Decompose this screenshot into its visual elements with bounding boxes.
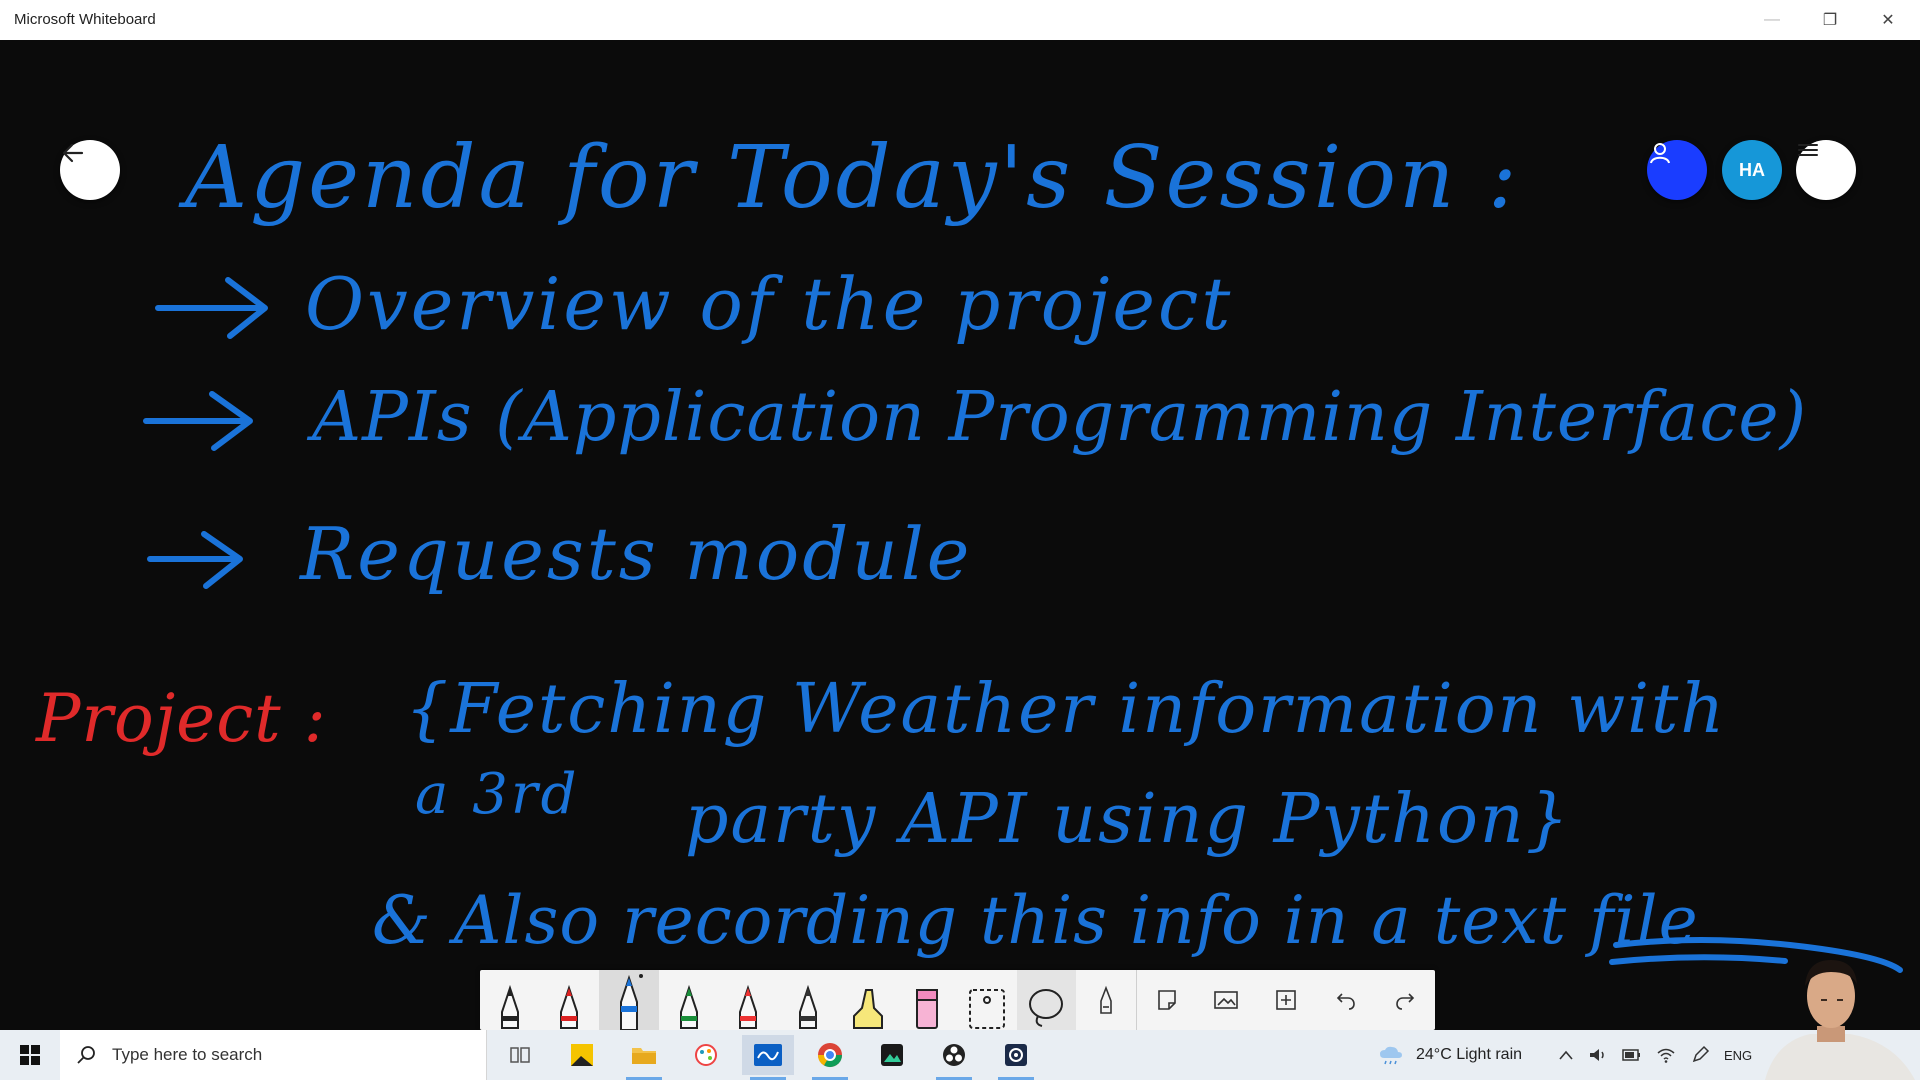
ruler-tool[interactable] xyxy=(1076,970,1136,1030)
lasso-tool[interactable] xyxy=(1016,970,1077,1030)
ink-toolbar xyxy=(480,970,1435,1030)
person-icon xyxy=(1650,143,1670,164)
undo-icon xyxy=(1336,993,1355,1010)
hamburger-menu-icon xyxy=(1798,144,1818,156)
pen-icon xyxy=(679,984,698,1029)
pen-green-tool[interactable] xyxy=(659,970,719,1030)
restore-button[interactable]: ❐ xyxy=(1802,0,1858,40)
agenda-heading: Agenda for Today's Session : xyxy=(185,128,1520,228)
window-title: Microsoft Whiteboard xyxy=(14,11,156,28)
back-button[interactable] xyxy=(60,140,120,200)
eraser-icon xyxy=(968,989,1005,1029)
image-icon xyxy=(1214,991,1239,1009)
eraser-tool[interactable] xyxy=(957,970,1017,1030)
chrome-icon[interactable] xyxy=(804,1035,856,1080)
agenda-item: APIs (Application Programming Interface) xyxy=(312,378,1808,457)
undo-tool[interactable] xyxy=(1316,970,1376,1030)
wifi-icon[interactable] xyxy=(1656,1046,1676,1064)
minimize-button[interactable]: — xyxy=(1744,0,1800,40)
sticky-notes-app-icon[interactable] xyxy=(556,1035,608,1075)
redo-tool[interactable] xyxy=(1375,970,1435,1030)
insert-tool[interactable] xyxy=(1256,970,1316,1030)
back-arrow-icon xyxy=(62,143,84,163)
language-indicator[interactable]: ENG xyxy=(1724,1048,1752,1063)
volume-icon[interactable] xyxy=(1588,1046,1608,1064)
invite-button[interactable] xyxy=(1647,140,1707,200)
avatar-initials: HA xyxy=(1739,159,1765,180)
chevron-up-icon[interactable] xyxy=(1558,1049,1574,1061)
pen-white-tool[interactable] xyxy=(480,970,540,1030)
highlighter-icon xyxy=(852,989,883,1029)
windows-logo-icon xyxy=(20,1045,40,1065)
cloud-rain-icon xyxy=(1380,1046,1402,1065)
photos-app-icon[interactable] xyxy=(866,1035,918,1075)
arrow-icon xyxy=(155,277,268,339)
pen-red-tool[interactable] xyxy=(540,970,600,1030)
title-bar: Microsoft Whiteboard — ❐ ✕ xyxy=(0,0,1920,41)
insert-icon xyxy=(1276,990,1296,1010)
project-line: {Fetching Weather information with xyxy=(405,670,1727,749)
file-explorer-icon[interactable] xyxy=(618,1035,670,1080)
agenda-item: Requests module xyxy=(300,512,973,596)
project-label: Project : xyxy=(36,680,327,757)
start-button[interactable] xyxy=(0,1030,60,1080)
presenter-webcam xyxy=(1755,930,1920,1080)
project-line: & Also recording this info in a text fil… xyxy=(372,882,1699,959)
search-placeholder: Type here to search xyxy=(112,1045,263,1064)
lasso-icon xyxy=(1029,989,1064,1027)
avatar[interactable]: HA xyxy=(1722,140,1782,200)
sticky-note-icon xyxy=(1157,990,1176,1010)
pen-dark-tool[interactable] xyxy=(778,970,838,1030)
whiteboard-app-icon[interactable] xyxy=(742,1035,794,1080)
pen-icon xyxy=(620,974,644,1030)
presenter-image xyxy=(1765,960,1915,1080)
search-icon xyxy=(77,1046,95,1064)
system-tray: ENG xyxy=(1558,1030,1752,1080)
redo-icon xyxy=(1396,993,1415,1010)
pen-icon xyxy=(560,984,579,1029)
highlighter-icon xyxy=(916,989,939,1029)
menu-button[interactable] xyxy=(1796,140,1856,200)
arrow-icon xyxy=(143,391,253,451)
camera-app-icon[interactable] xyxy=(990,1035,1042,1080)
pen-workspace-icon[interactable] xyxy=(1690,1045,1710,1065)
obs-icon[interactable] xyxy=(928,1035,980,1080)
taskbar: Type here to search 24°C Light rain ENG xyxy=(0,1030,1920,1080)
pen-icon xyxy=(739,984,758,1029)
battery-icon[interactable] xyxy=(1622,1048,1642,1062)
weather-widget[interactable]: 24°C Light rain xyxy=(1378,1030,1522,1080)
project-line: party API using Python} xyxy=(685,780,1571,859)
whiteboard-canvas[interactable]: Agenda for Today's Session : Overview of… xyxy=(0,40,1920,1030)
pen-red-2-tool[interactable] xyxy=(719,970,779,1030)
project-line: a 3rd xyxy=(415,762,580,827)
highlighter-yellow-tool[interactable] xyxy=(838,970,898,1030)
taskbar-search[interactable]: Type here to search xyxy=(60,1030,487,1080)
ruler-icon xyxy=(1100,985,1112,1014)
pen-icon xyxy=(798,984,817,1029)
paint-app-icon[interactable] xyxy=(680,1035,732,1075)
arrow-icon xyxy=(147,531,243,589)
pen-blue-tool[interactable] xyxy=(599,970,659,1030)
sticky-note-tool[interactable] xyxy=(1135,970,1197,1030)
close-button[interactable]: ✕ xyxy=(1860,0,1916,40)
image-tool[interactable] xyxy=(1197,970,1257,1030)
task-view-icon[interactable] xyxy=(494,1035,546,1075)
agenda-item: Overview of the project xyxy=(305,262,1234,346)
weather-text: 24°C Light rain xyxy=(1416,1046,1523,1063)
pen-icon xyxy=(500,984,519,1029)
highlighter-pink-tool[interactable] xyxy=(897,970,957,1030)
